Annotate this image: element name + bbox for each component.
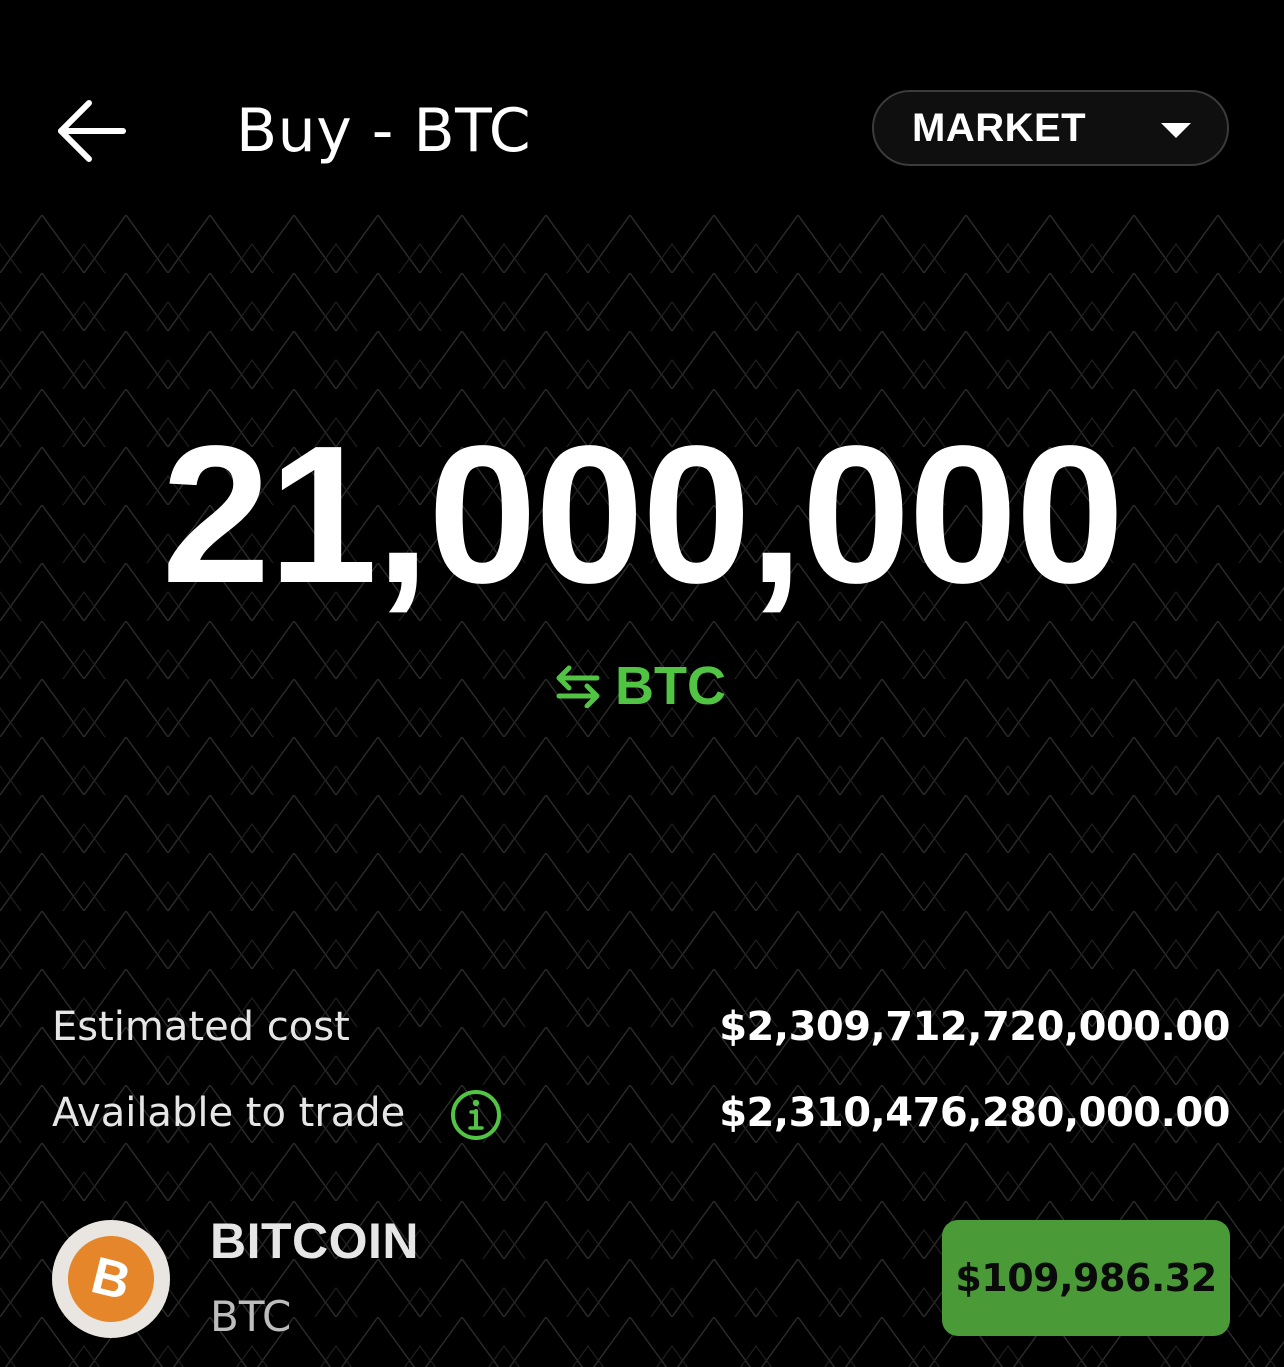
arrow-left-icon (58, 100, 126, 162)
top-bar: Buy - BTC MARKET (0, 0, 1284, 215)
unit-toggle-button[interactable]: BTC (553, 650, 726, 722)
order-type-dropdown[interactable]: MARKET (872, 90, 1229, 166)
estimated-cost-label: Estimated cost (52, 1004, 350, 1050)
page-title: Buy - BTC (236, 96, 532, 166)
bitcoin-symbol: B (58, 1226, 164, 1332)
info-icon[interactable] (450, 1089, 502, 1141)
swap-arrows-icon (556, 665, 600, 708)
available-to-trade-label: Available to trade (52, 1090, 406, 1136)
order-type-label: MARKET (912, 106, 1087, 150)
available-to-trade-value: $2,310,476,280,000.00 (719, 1090, 1230, 1136)
bitcoin-logo-icon: B (52, 1220, 170, 1338)
asset-name: BITCOIN (210, 1213, 420, 1269)
estimated-cost-value: $2,309,712,720,000.00 (719, 1004, 1230, 1050)
back-button[interactable] (52, 92, 130, 170)
asset-ticker: BTC (210, 1292, 292, 1341)
price-label: $109,986.32 (955, 1256, 1217, 1300)
caret-down-icon (1161, 123, 1191, 138)
price-button[interactable]: $109,986.32 (942, 1220, 1230, 1336)
order-amount[interactable]: 21,000,000 (0, 405, 1284, 625)
unit-label: BTC (615, 656, 726, 716)
